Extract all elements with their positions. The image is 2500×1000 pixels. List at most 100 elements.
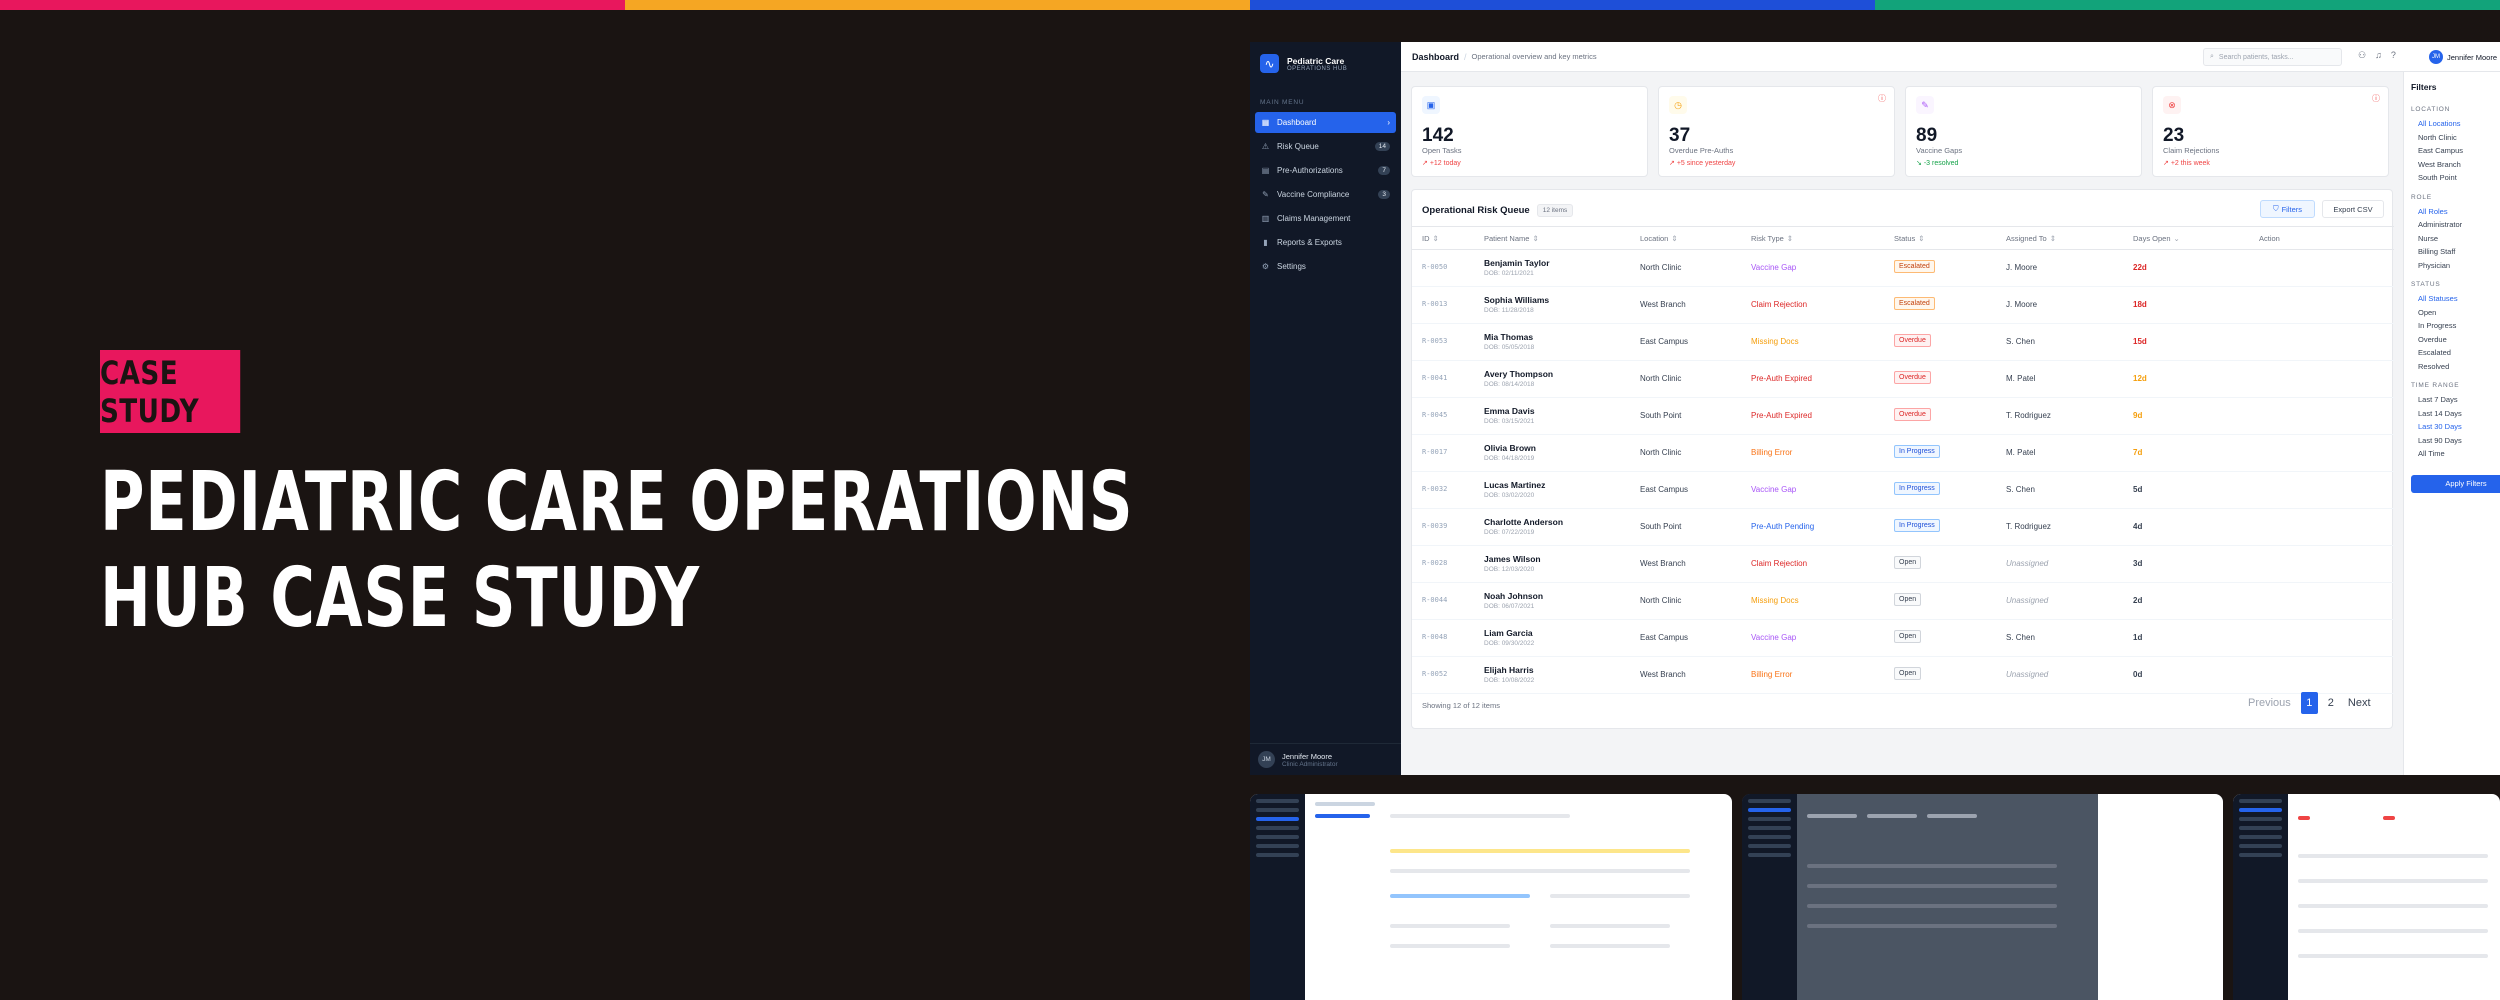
case-study-badge: CASE STUDY bbox=[100, 350, 241, 433]
filters-button[interactable]: ⛉ Filters bbox=[2260, 200, 2315, 218]
kpi-card[interactable]: ✎ 89 Vaccine Gaps ↘ -3 resolved bbox=[1905, 86, 2142, 177]
assigned-to: S. Chen bbox=[2006, 633, 2035, 642]
table-row[interactable]: R-0045 Emma Davis DOB: 03/15/2021 South Poi… bbox=[1412, 398, 2394, 435]
filter-option[interactable]: Last 30 Days bbox=[2411, 420, 2493, 434]
filter-option[interactable]: All Statuses bbox=[2411, 292, 2493, 306]
patient-name[interactable]: Benjamin Taylor bbox=[1484, 258, 1550, 268]
table-row[interactable]: R-0044 Noah Johnson DOB: 06/07/2021 North C… bbox=[1412, 583, 2394, 620]
table-row[interactable]: R-0053 Mia Thomas DOB: 05/05/2018 East Camp… bbox=[1412, 324, 2394, 361]
filter-option[interactable]: Last 7 Days bbox=[2411, 393, 2493, 407]
user-profile[interactable]: JM Jennifer Moore Clinic Administrator bbox=[1250, 743, 1401, 775]
column-header[interactable]: Patient Name ⇕ bbox=[1484, 234, 1539, 243]
thumbnail-sidebar bbox=[1742, 794, 1797, 1000]
filter-option[interactable]: East Campus bbox=[2411, 144, 2493, 158]
column-header[interactable]: ID ⇕ bbox=[1422, 234, 1439, 243]
patient-dob: DOB: 05/05/2018 bbox=[1484, 344, 1535, 351]
page-2-button[interactable]: 2 bbox=[2324, 692, 2338, 714]
filter-option[interactable]: Last 90 Days bbox=[2411, 434, 2493, 448]
page-1-button[interactable]: 1 bbox=[2300, 692, 2318, 714]
filter-option[interactable]: North Clinic bbox=[2411, 131, 2493, 145]
filter-option[interactable]: Escalated bbox=[2411, 346, 2493, 360]
assigned-to: J. Moore bbox=[2006, 263, 2038, 272]
days-open: 9d bbox=[2133, 411, 2143, 420]
chart-icon: ▮ bbox=[1263, 238, 1268, 247]
sidebar-item-claims-management[interactable]: ▥ Claims Management bbox=[1255, 208, 1396, 229]
row-id: R-0050 bbox=[1422, 263, 1448, 271]
filter-option[interactable]: In Progress bbox=[2411, 319, 2493, 333]
filter-option[interactable]: Last 14 Days bbox=[2411, 407, 2493, 421]
table-row[interactable]: R-0032 Lucas Martinez DOB: 03/02/2020 East … bbox=[1412, 472, 2394, 509]
table-row[interactable]: R-0048 Liam Garcia DOB: 09/30/2022 East Cam… bbox=[1412, 620, 2394, 657]
filter-option[interactable]: All Time bbox=[2411, 447, 2493, 461]
patient-name[interactable]: Liam Garcia bbox=[1484, 628, 1533, 638]
help-icon[interactable]: ? bbox=[2391, 50, 2396, 61]
patient-name[interactable]: Lucas Martinez bbox=[1484, 480, 1545, 490]
sidebar-item-settings[interactable]: ⚙ Settings bbox=[1255, 256, 1396, 277]
status-badge: In Progress bbox=[1894, 445, 1940, 458]
table-row[interactable]: R-0052 Elijah Harris DOB: 10/08/2022 West B… bbox=[1412, 657, 2394, 694]
patient-name[interactable]: Mia Thomas bbox=[1484, 332, 1533, 342]
sidebar-item-vaccine-compliance[interactable]: ✎ Vaccine Compliance 3 bbox=[1255, 184, 1396, 205]
filter-option[interactable]: Resolved bbox=[2411, 360, 2493, 374]
patient-name[interactable]: Charlotte Anderson bbox=[1484, 517, 1563, 527]
table-row[interactable]: R-0017 Olivia Brown DOB: 04/18/2019 North C… bbox=[1412, 435, 2394, 472]
risk-type: Vaccine Gap bbox=[1751, 485, 1797, 494]
kpi-card[interactable]: ▣ 142 Open Tasks ↗ +12 today bbox=[1411, 86, 1648, 177]
apply-filters-button[interactable]: Apply Filters bbox=[2411, 474, 2500, 493]
sidebar-item-dashboard[interactable]: ▦ Dashboard › bbox=[1255, 112, 1396, 133]
filter-option[interactable]: All Roles bbox=[2411, 205, 2493, 219]
table-row[interactable]: R-0028 James Wilson DOB: 12/03/2020 West Br… bbox=[1412, 546, 2394, 583]
patient-name[interactable]: Olivia Brown bbox=[1484, 443, 1536, 453]
filter-option[interactable]: South Point bbox=[2411, 171, 2493, 185]
column-header[interactable]: Days Open ⌄ bbox=[2133, 234, 2180, 243]
thumbnail-line bbox=[1315, 802, 1375, 806]
table-row[interactable]: R-0041 Avery Thompson DOB: 08/14/2018 North… bbox=[1412, 361, 2394, 398]
kpi-card[interactable]: ⊗ ⓘ 23 Claim Rejections ↗ +2 this week bbox=[2152, 86, 2389, 177]
patient-name[interactable]: Elijah Harris bbox=[1484, 665, 1534, 675]
previous-button[interactable]: Previous bbox=[2244, 692, 2295, 714]
trend-arrow-icon: ↗ bbox=[1422, 160, 1430, 167]
row-location: North Clinic bbox=[1640, 263, 1682, 272]
filter-option[interactable]: Open bbox=[2411, 306, 2493, 320]
table-row[interactable]: R-0013 Sophia Williams DOB: 11/28/2018 West… bbox=[1412, 287, 2394, 324]
patient-dob: DOB: 03/15/2021 bbox=[1484, 418, 1535, 425]
assigned-to: T. Rodriguez bbox=[2006, 411, 2051, 420]
filter-option[interactable]: Physician bbox=[2411, 259, 2493, 273]
hero-title-line2: HUB CASE STUDY bbox=[100, 551, 700, 646]
patient-name[interactable]: James Wilson bbox=[1484, 554, 1541, 564]
sidebar-item-reports-exports[interactable]: ▮ Reports & Exports bbox=[1255, 232, 1396, 253]
sidebar-item-pre-authorizations[interactable]: ▤ Pre-Authorizations 7 bbox=[1255, 160, 1396, 181]
filter-option[interactable]: West Branch bbox=[2411, 158, 2493, 172]
column-header[interactable]: Risk Type ⇕ bbox=[1751, 234, 1793, 243]
sort-icon: ⇕ bbox=[2049, 234, 2057, 243]
hero-title-line1: PEDIATRIC CARE OPERATIONS bbox=[100, 455, 1134, 550]
topbar-user[interactable]: JM Jennifer Moore bbox=[2429, 50, 2497, 64]
brand[interactable]: ∿ Pediatric Care OPERATIONS HUB bbox=[1250, 42, 1401, 85]
row-location: North Clinic bbox=[1640, 374, 1682, 383]
patient-name[interactable]: Noah Johnson bbox=[1484, 591, 1543, 601]
patient-name[interactable]: Emma Davis bbox=[1484, 406, 1535, 416]
patient-name[interactable]: Avery Thompson bbox=[1484, 369, 1553, 379]
bell-icon[interactable]: ♫ bbox=[2375, 50, 2382, 61]
next-button[interactable]: Next bbox=[2344, 692, 2375, 714]
column-header[interactable]: Assigned To ⇕ bbox=[2006, 234, 2056, 243]
users-icon[interactable]: ⚇ bbox=[2358, 50, 2366, 61]
sidebar-item-risk-queue[interactable]: ⚠ Risk Queue 14 bbox=[1255, 136, 1396, 157]
kpi-delta-text: -3 resolved bbox=[1923, 160, 1959, 167]
filter-option[interactable]: Billing Staff bbox=[2411, 245, 2493, 259]
kpi-card[interactable]: ◷ ⓘ 37 Overdue Pre-Auths ↗ +5 since yesterda… bbox=[1658, 86, 1895, 177]
export-csv-button[interactable]: Export CSV bbox=[2322, 200, 2384, 218]
column-header[interactable]: Status ⇕ bbox=[1894, 234, 1925, 243]
assigned-to: Unassigned bbox=[2006, 559, 2049, 568]
table-row[interactable]: R-0050 Benjamin Taylor DOB: 02/11/2021 Nort… bbox=[1412, 250, 2394, 287]
filter-option[interactable]: Administrator bbox=[2411, 218, 2493, 232]
filter-option[interactable]: Overdue bbox=[2411, 333, 2493, 347]
search-input[interactable]: ⌕ Search patients, tasks... bbox=[2203, 48, 2342, 66]
filter-option[interactable]: Nurse bbox=[2411, 232, 2493, 246]
thumbnail-risk-queue bbox=[2233, 794, 2500, 1000]
sidebar-item-label: Risk Queue bbox=[1277, 142, 1319, 151]
table-row[interactable]: R-0039 Charlotte Anderson DOB: 07/22/2019 S… bbox=[1412, 509, 2394, 546]
filter-option[interactable]: All Locations bbox=[2411, 117, 2493, 131]
column-header[interactable]: Location ⇕ bbox=[1640, 234, 1678, 243]
patient-name[interactable]: Sophia Williams bbox=[1484, 295, 1549, 305]
